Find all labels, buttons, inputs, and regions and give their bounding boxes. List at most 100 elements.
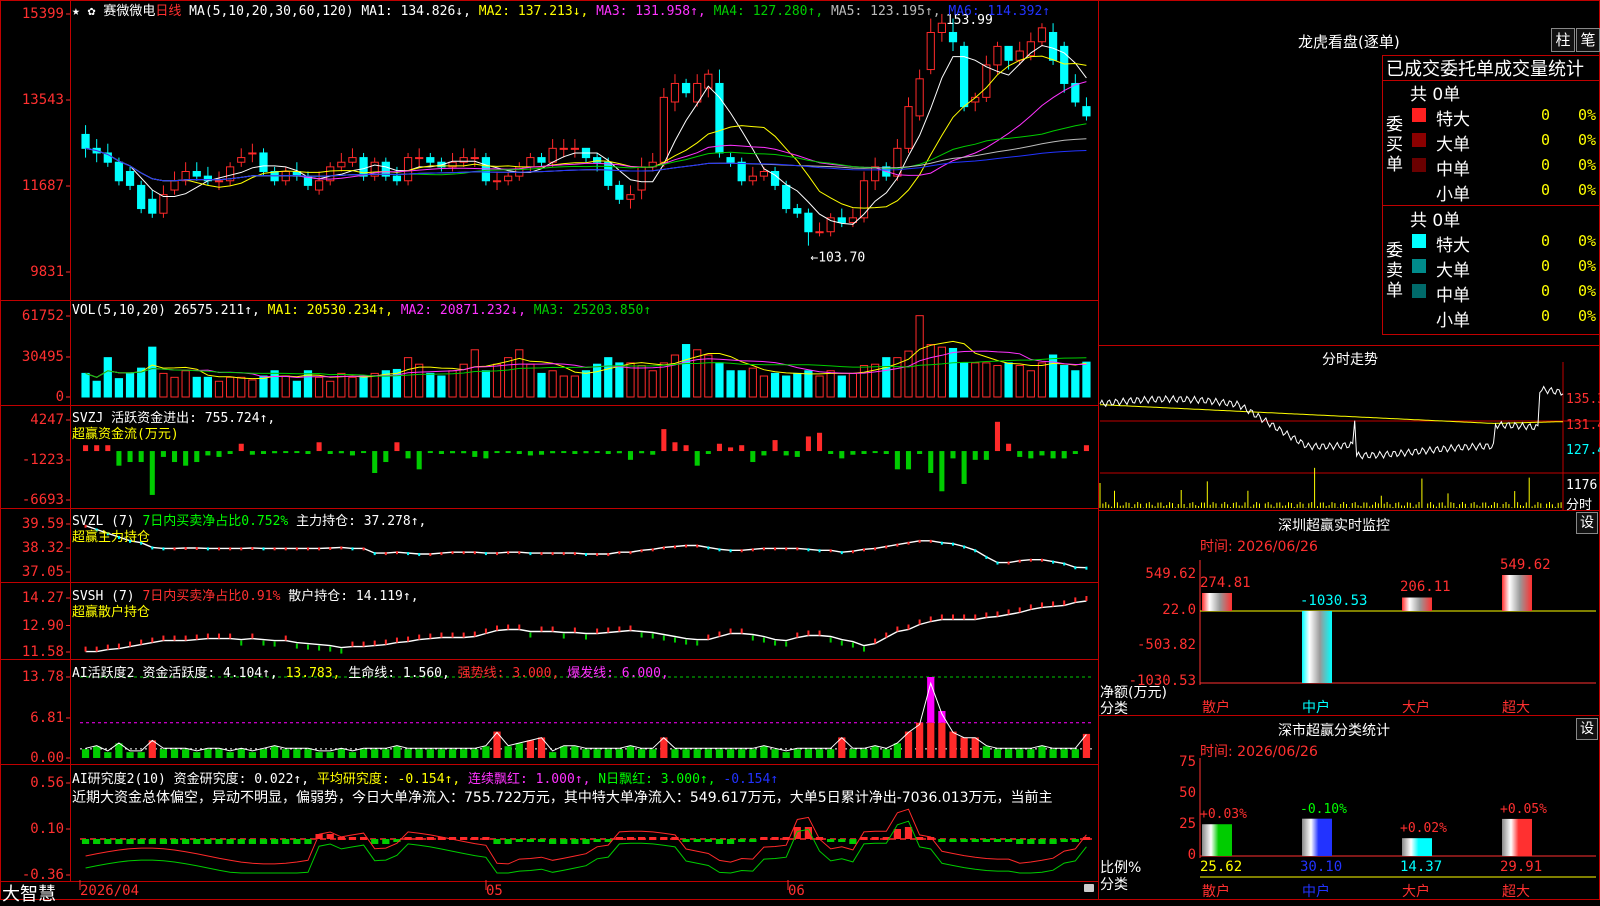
buy-pct-3: 0% [1578, 181, 1597, 199]
money-flow-bar [494, 451, 500, 454]
main-holding-mark [618, 551, 621, 555]
candle-body [937, 22, 946, 33]
volume-bar [637, 365, 646, 398]
research-bar [504, 839, 512, 844]
ai-activity-bar [337, 749, 345, 758]
volume-bar [570, 375, 579, 398]
price-ytick-1: 13543 [21, 92, 64, 108]
stats2-category-2: 大户 [1402, 884, 1430, 900]
sell-count-1: 0 [1541, 257, 1551, 275]
sell-side-char-2: 单 [1386, 281, 1403, 301]
retail-holding-mark [284, 635, 287, 641]
monitor-bar [1402, 597, 1432, 611]
ai-activity-bar [726, 749, 735, 758]
retail-holding-mark [462, 632, 465, 638]
money-flow-bar [928, 451, 934, 473]
money-flow-bar [383, 451, 389, 463]
candle-body [403, 157, 413, 182]
candle-body [114, 161, 124, 182]
sell-pct-0: 0% [1578, 232, 1597, 250]
volume-bar [882, 357, 891, 398]
buy-pct-2: 0% [1578, 156, 1597, 174]
volume-bar [804, 370, 813, 398]
main-holding-mark [284, 547, 287, 551]
stock-chart-canvas[interactable]: 153.99←103.70 [0, 0, 1600, 900]
volume-bar [681, 344, 691, 398]
money-flow-bar [894, 451, 900, 470]
volume-bar [537, 372, 546, 398]
ai-activity-bar [815, 749, 824, 758]
main-holding-mark [996, 561, 999, 565]
retail-holding-mark [529, 632, 532, 638]
volume-bar [770, 372, 780, 398]
monitor-settings-button[interactable]: 设 [1576, 512, 1598, 534]
ai-activity-bar [526, 740, 535, 758]
ai-activity-bar [137, 752, 145, 758]
ai-activity-bar [560, 746, 568, 758]
buy-side-char-2: 单 [1386, 155, 1403, 175]
research-bar [1027, 839, 1035, 844]
main-holding-mark [329, 547, 332, 550]
ai-activity-bar [359, 749, 368, 758]
money-flow-bar [794, 451, 800, 457]
stroke-mode-button[interactable]: 笔 [1576, 28, 1600, 52]
stats2-time: 时间: 2026/06/26 [1200, 744, 1318, 760]
stats2-xlabel: 分类 [1100, 877, 1128, 893]
money-flow-bar [361, 451, 367, 454]
volume-bar [181, 370, 190, 398]
candle-body [915, 78, 924, 117]
sell-pct-3: 0% [1578, 307, 1597, 325]
candle-body [715, 82, 724, 154]
main-holding-mark [1029, 558, 1032, 562]
monitor-category-1: 中户 [1302, 700, 1330, 716]
research-bar [137, 839, 145, 844]
retail-holding-mark [340, 648, 343, 654]
ma-line-1 [85, 44, 1087, 225]
money-flow-bar [772, 440, 778, 452]
ai-activity-bar [404, 749, 412, 758]
volume-bar [904, 350, 913, 398]
ai-activity-bar [738, 749, 746, 758]
retail-holding-mark [251, 633, 254, 639]
bar-mode-button[interactable]: 柱 [1551, 28, 1575, 52]
retail-holding-line [85, 600, 1087, 653]
volume-bar [1026, 370, 1035, 398]
retail-holding-mark [729, 628, 732, 634]
research-header-item-2: 平均研究度: -0.154↑, [316, 772, 468, 787]
ai-activity-bar [282, 749, 290, 758]
money-flow-bar [905, 451, 912, 470]
lock-icon[interactable] [1084, 884, 1094, 892]
period-label[interactable]: 日线 [155, 4, 181, 19]
research-bar [893, 829, 901, 839]
ai-header-item-0: AI活跃度2 [72, 666, 143, 681]
main-holding-mark [484, 552, 487, 556]
svsh-ytick-1: 12.90 [21, 617, 64, 634]
main-holding-mark [195, 547, 198, 550]
candle-body [248, 152, 257, 155]
volume-bar [704, 354, 713, 398]
retail-holding-mark [951, 614, 954, 620]
retail-holding-mark [762, 637, 765, 643]
stats2-settings-button[interactable]: 设 [1576, 718, 1598, 740]
ai-activity-bar [982, 746, 990, 758]
volume-bar [470, 349, 479, 398]
main-holding-mark [907, 541, 910, 545]
retail-holding-mark [384, 639, 387, 645]
sell-label-0: 特大 [1436, 236, 1470, 256]
ai-activity-bar [115, 743, 123, 758]
retail-holding-mark [206, 633, 209, 639]
candle-body [793, 208, 802, 214]
retail-holding-mark [273, 641, 276, 647]
money-flow-bar [105, 445, 111, 452]
money-flow-bar [516, 451, 522, 454]
volume-bar [259, 375, 268, 398]
candle-body [948, 31, 958, 43]
buy-label-0: 特大 [1436, 110, 1470, 130]
ai-activity-line [85, 681, 1087, 752]
money-flow-bar [961, 451, 967, 484]
money-flow-bar [205, 451, 211, 456]
candle-body [214, 180, 224, 183]
money-flow-bar [1061, 451, 1067, 459]
ai-activity-bar [1027, 749, 1035, 758]
money-flow-bar [394, 442, 400, 452]
